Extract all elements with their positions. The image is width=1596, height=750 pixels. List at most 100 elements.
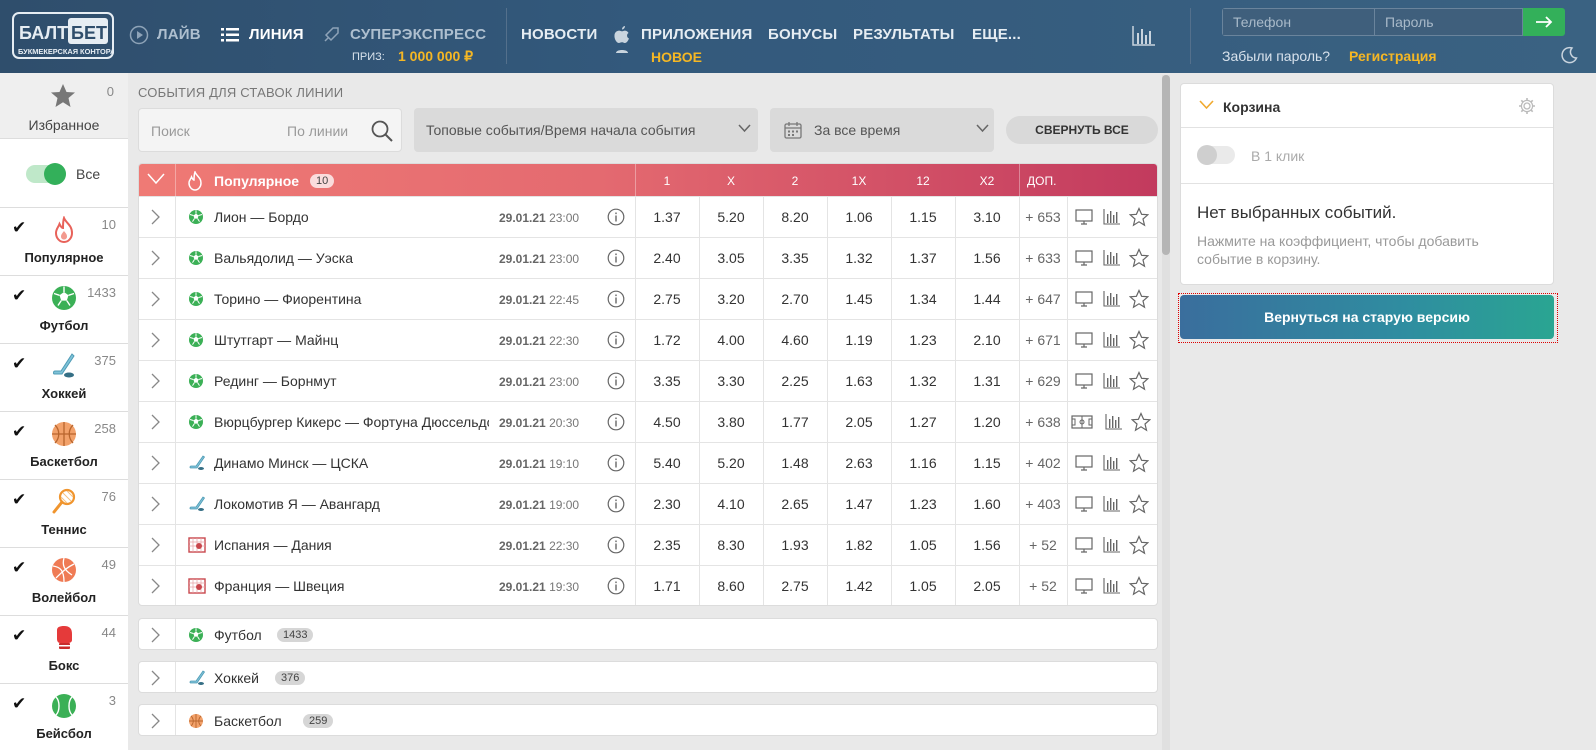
event-name[interactable]: Франция — Швеция [214, 578, 489, 594]
event-row[interactable]: Франция — Швеция 29.01.21 19:30 1.71 8.60 2.… [139, 565, 1157, 605]
event-name[interactable]: Лион — Бордо [214, 209, 489, 225]
odds-cell[interactable]: 4.10 [699, 496, 763, 512]
odds-cell[interactable]: 1.77 [763, 414, 827, 430]
star-icon[interactable] [1128, 289, 1150, 309]
odds-cell[interactable]: 3.10 [955, 209, 1019, 225]
odds-cell[interactable]: 4.60 [763, 332, 827, 348]
info-icon[interactable] [607, 577, 625, 595]
register-link[interactable]: Регистрация [1349, 48, 1437, 64]
odds-cell[interactable]: 2.65 [763, 496, 827, 512]
chevron-right-icon[interactable] [151, 332, 161, 348]
chevron-right-icon[interactable] [151, 496, 161, 512]
tv-icon[interactable] [1075, 332, 1093, 348]
info-icon[interactable] [607, 208, 625, 226]
baltbet-logo[interactable]: БАЛТ БЕТ БУКМЕКЕРСКАЯ КОНТОРА [12, 12, 114, 59]
odds-cell[interactable]: 1.19 [827, 332, 891, 348]
statistics-icon[interactable] [1103, 537, 1121, 553]
odds-cell[interactable]: 2.25 [763, 373, 827, 389]
sidebar-item-hockey[interactable]: ✔ 375 Хоккей [0, 344, 128, 412]
old-version-button[interactable]: Вернуться на старую версию [1180, 295, 1554, 339]
collapse-all-button[interactable]: СВЕРНУТЬ ВСЕ [1006, 116, 1158, 144]
info-icon[interactable] [607, 249, 625, 267]
event-row[interactable]: Штутгарт — Майнц 29.01.21 22:30 1.72 4.00 4.… [139, 319, 1157, 361]
star-icon[interactable] [1130, 412, 1152, 432]
chevron-right-icon[interactable] [151, 455, 161, 471]
odds-cell[interactable]: 1.45 [827, 291, 891, 307]
nav-results[interactable]: РЕЗУЛЬТАТЫ [853, 26, 955, 43]
event-row[interactable]: Торино — Фиорентина 29.01.21 22:45 2.75 3.2… [139, 278, 1157, 320]
info-icon[interactable] [607, 495, 625, 513]
statistics-icon[interactable] [1103, 250, 1121, 266]
odds-cell[interactable]: 3.35 [635, 373, 699, 389]
chevron-down-icon[interactable] [1199, 100, 1214, 110]
event-row[interactable]: Локомотив Я — Авангард 29.01.21 19:00 2.30… [139, 483, 1157, 525]
odds-cell[interactable]: 1.05 [891, 578, 955, 594]
tv-icon[interactable] [1075, 537, 1093, 553]
chevron-right-icon[interactable] [151, 537, 161, 553]
odds-cell[interactable]: 4.50 [635, 414, 699, 430]
odds-cell[interactable]: 5.40 [635, 455, 699, 471]
sidebar-item-volleyball[interactable]: ✔ 49 Волейбол [0, 548, 128, 616]
tv-icon[interactable] [1075, 578, 1093, 594]
chevron-right-icon[interactable] [151, 291, 161, 307]
sport-group-hockey[interactable]: Хоккей 376 [138, 661, 1158, 693]
odds-cell[interactable]: 1.37 [891, 250, 955, 266]
statistics-icon[interactable] [1103, 373, 1121, 389]
statistics-icon[interactable] [1103, 578, 1121, 594]
more-markets-link[interactable]: + 52 [1019, 578, 1067, 594]
password-input[interactable] [1375, 8, 1523, 36]
odds-cell[interactable]: 1.27 [891, 414, 955, 430]
odds-cell[interactable]: 1.93 [763, 537, 827, 553]
chevron-right-icon[interactable] [151, 670, 161, 686]
star-icon[interactable] [1128, 494, 1150, 514]
star-icon[interactable] [1128, 576, 1150, 596]
chevron-right-icon[interactable] [151, 713, 161, 729]
sidebar-item-tennis[interactable]: ✔ 76 Теннис [0, 480, 128, 548]
event-row[interactable]: Лион — Бордо 29.01.21 23:00 1.37 5.20 8.20 1.… [139, 196, 1157, 238]
odds-cell[interactable]: 1.23 [891, 496, 955, 512]
odds-cell[interactable]: 2.40 [635, 250, 699, 266]
event-name[interactable]: Динамо Минск — ЦСКА [214, 455, 489, 471]
sport-group-football[interactable]: Футбол 1433 [138, 618, 1158, 650]
odds-cell[interactable]: 3.35 [763, 250, 827, 266]
odds-cell[interactable]: 1.37 [635, 209, 699, 225]
statistics-icon[interactable] [1103, 332, 1121, 348]
more-markets-link[interactable]: + 653 [1019, 209, 1067, 225]
one-click-toggle[interactable] [1197, 145, 1235, 165]
star-icon[interactable] [1128, 330, 1150, 350]
event-row[interactable]: Динамо Минск — ЦСКА 29.01.21 19:10 5.40 5.2… [139, 442, 1157, 484]
info-icon[interactable] [607, 331, 625, 349]
odds-cell[interactable]: 1.47 [827, 496, 891, 512]
chevron-right-icon[interactable] [151, 209, 161, 225]
odds-cell[interactable]: 4.00 [699, 332, 763, 348]
odds-cell[interactable]: 1.05 [891, 537, 955, 553]
moon-icon[interactable] [1560, 46, 1578, 64]
info-icon[interactable] [607, 372, 625, 390]
odds-cell[interactable]: 1.31 [955, 373, 1019, 389]
info-icon[interactable] [607, 413, 625, 431]
odds-cell[interactable]: 5.20 [699, 455, 763, 471]
event-name[interactable]: Испания — Дания [214, 537, 489, 553]
statistics-icon[interactable] [1103, 455, 1121, 471]
sidebar-item-football[interactable]: ✔ 1433 Футбол [0, 276, 128, 344]
odds-cell[interactable]: 8.20 [763, 209, 827, 225]
odds-cell[interactable]: 1.60 [955, 496, 1019, 512]
star-icon[interactable] [1128, 207, 1150, 227]
event-name[interactable]: Вюрцбургер Кикерс — Фортуна Дюссельдорф [214, 414, 489, 430]
period-select[interactable]: За все время [770, 108, 994, 152]
odds-cell[interactable]: 2.75 [763, 578, 827, 594]
odds-cell[interactable]: 2.70 [763, 291, 827, 307]
star-icon[interactable] [1128, 453, 1150, 473]
odds-cell[interactable]: 8.60 [699, 578, 763, 594]
odds-cell[interactable]: 2.30 [635, 496, 699, 512]
chevron-right-icon[interactable] [151, 627, 161, 643]
event-name[interactable]: Торино — Фиорентина [214, 291, 489, 307]
info-icon[interactable] [607, 536, 625, 554]
odds-cell[interactable]: 1.56 [955, 250, 1019, 266]
sidebar-item-boxing[interactable]: ✔ 44 Бокс [0, 616, 128, 684]
statistics-icon[interactable] [1103, 496, 1121, 512]
odds-cell[interactable]: 2.63 [827, 455, 891, 471]
tv-icon[interactable] [1075, 373, 1093, 389]
chevron-right-icon[interactable] [151, 578, 161, 594]
more-markets-link[interactable]: + 633 [1019, 250, 1067, 266]
